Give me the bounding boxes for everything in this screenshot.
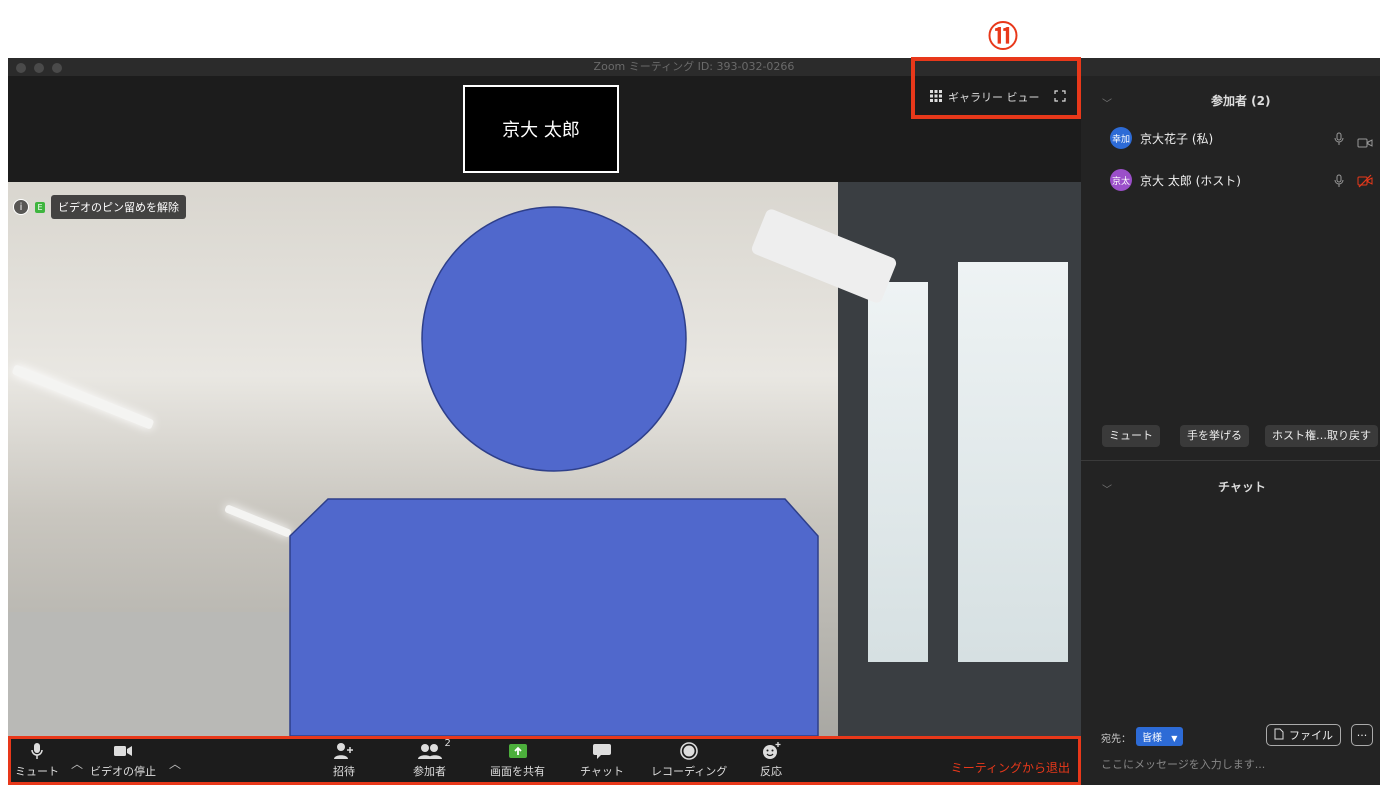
stop-video-button[interactable]: ビデオの停止 [90,741,156,779]
active-speaker-video: i E ビデオのピン留めを解除 [8,182,1081,736]
chat-recipient-select[interactable]: 皆様 ▼ [1136,727,1184,746]
chat-to-label: 宛先： [1101,734,1131,745]
mute-button[interactable]: ミュート [15,741,59,779]
participant-row[interactable]: 幸加 京大花子 (私) [1110,127,1213,149]
participants-button[interactable]: 2 参加者 [413,738,451,779]
reactions-button[interactable]: 反応 [760,741,782,779]
add-user-icon [333,741,355,761]
participants-collapse-chevron-icon[interactable]: ﹀ [1102,95,1112,110]
raise-hand-button[interactable]: 手を挙げる [1180,425,1249,447]
share-screen-button[interactable]: 画面を共有 [490,741,545,779]
participants-icon: 2 [417,738,451,761]
invite-label: 招待 [333,765,355,778]
participants-count: 2 [444,738,451,749]
participant-name: 京大 太郎 (ホスト) [1140,173,1241,188]
video-options-chevron-icon[interactable]: ︿ [169,755,181,772]
video-pin-info: i E ビデオのピン留めを解除 [13,195,186,219]
thumbnail-name: 京大 太郎 [502,120,580,141]
participant-row[interactable]: 京太 京大 太郎 (ホスト) [1110,169,1241,191]
share-screen-icon [508,741,528,761]
participants-label: 参加者 [413,765,446,778]
participants-panel-title: 参加者 (2) [1211,94,1271,108]
chat-button[interactable]: チャット [580,741,624,779]
info-icon[interactable]: i [13,199,29,215]
video-off-icon [1357,173,1373,192]
record-label: レコーディング [651,765,728,778]
avatar: 幸加 [1110,127,1132,149]
chat-panel-title: チャット [1218,480,1266,494]
file-icon [1274,728,1284,743]
chat-more-button[interactable]: ··· [1351,724,1373,746]
participant-silhouette [289,206,819,736]
record-button[interactable]: レコーディング [651,741,727,779]
leave-meeting-button[interactable]: ミーティングから退出 [951,759,1070,776]
stop-video-label: ビデオの停止 [90,765,156,778]
record-icon [679,741,699,761]
encryption-badge: E [35,201,45,213]
meeting-toolbar: ミュート ︿ ビデオの停止 ︿ 招待 2 参加者 画面を共有 チャット レコーデ… [8,736,1081,785]
invite-button[interactable]: 招待 [333,741,355,779]
unpin-video-button[interactable]: ビデオのピン留めを解除 [51,195,186,219]
participant-thumbnail[interactable]: 京大 太郎 [463,85,619,173]
chat-collapse-chevron-icon[interactable]: ﹀ [1102,481,1112,496]
emoji-add-icon [761,741,781,761]
chat-bubble-icon [592,741,612,761]
audio-options-chevron-icon[interactable]: ︿ [71,755,83,772]
mute-label: ミュート [15,765,59,778]
file-button[interactable]: ファイル [1266,724,1341,746]
avatar: 京太 [1110,169,1132,191]
share-screen-label: 画面を共有 [490,765,545,778]
chat-label: チャット [580,765,624,778]
side-panel: ﹀ 参加者 (2) 幸加 京大花子 (私) 京太 京大 太郎 (ホスト) ミュー… [1081,76,1380,785]
annotation-highlight-gallery [911,57,1081,119]
video-camera-icon [112,741,134,761]
annotation-number: ⑪ [988,20,1018,55]
reclaim-host-button[interactable]: ホスト権…取り戻す [1265,425,1378,447]
file-button-label: ファイル [1289,729,1333,742]
microphone-icon [1333,173,1345,192]
chat-recipient-value: 皆様 [1142,733,1162,744]
chevron-down-icon: ▼ [1171,734,1178,743]
window-title: Zoom ミーティング ID: 393-032-0266 [593,60,795,73]
microphone-icon [1333,131,1345,150]
video-camera-icon [1357,133,1373,152]
chat-message-input[interactable]: ここにメッセージを入力します... [1101,756,1265,772]
meeting-stage: 京大 太郎 ギャラリー ビュー i E ビデオのピン留めを解除 [8,76,1081,736]
reactions-label: 反応 [760,765,782,778]
window-titlebar: Zoom ミーティング ID: 393-032-0266 [8,58,1380,76]
participant-name: 京大花子 (私) [1140,131,1214,146]
microphone-icon [27,741,47,761]
mute-all-button[interactable]: ミュート [1102,425,1160,447]
panel-divider [1081,460,1380,461]
